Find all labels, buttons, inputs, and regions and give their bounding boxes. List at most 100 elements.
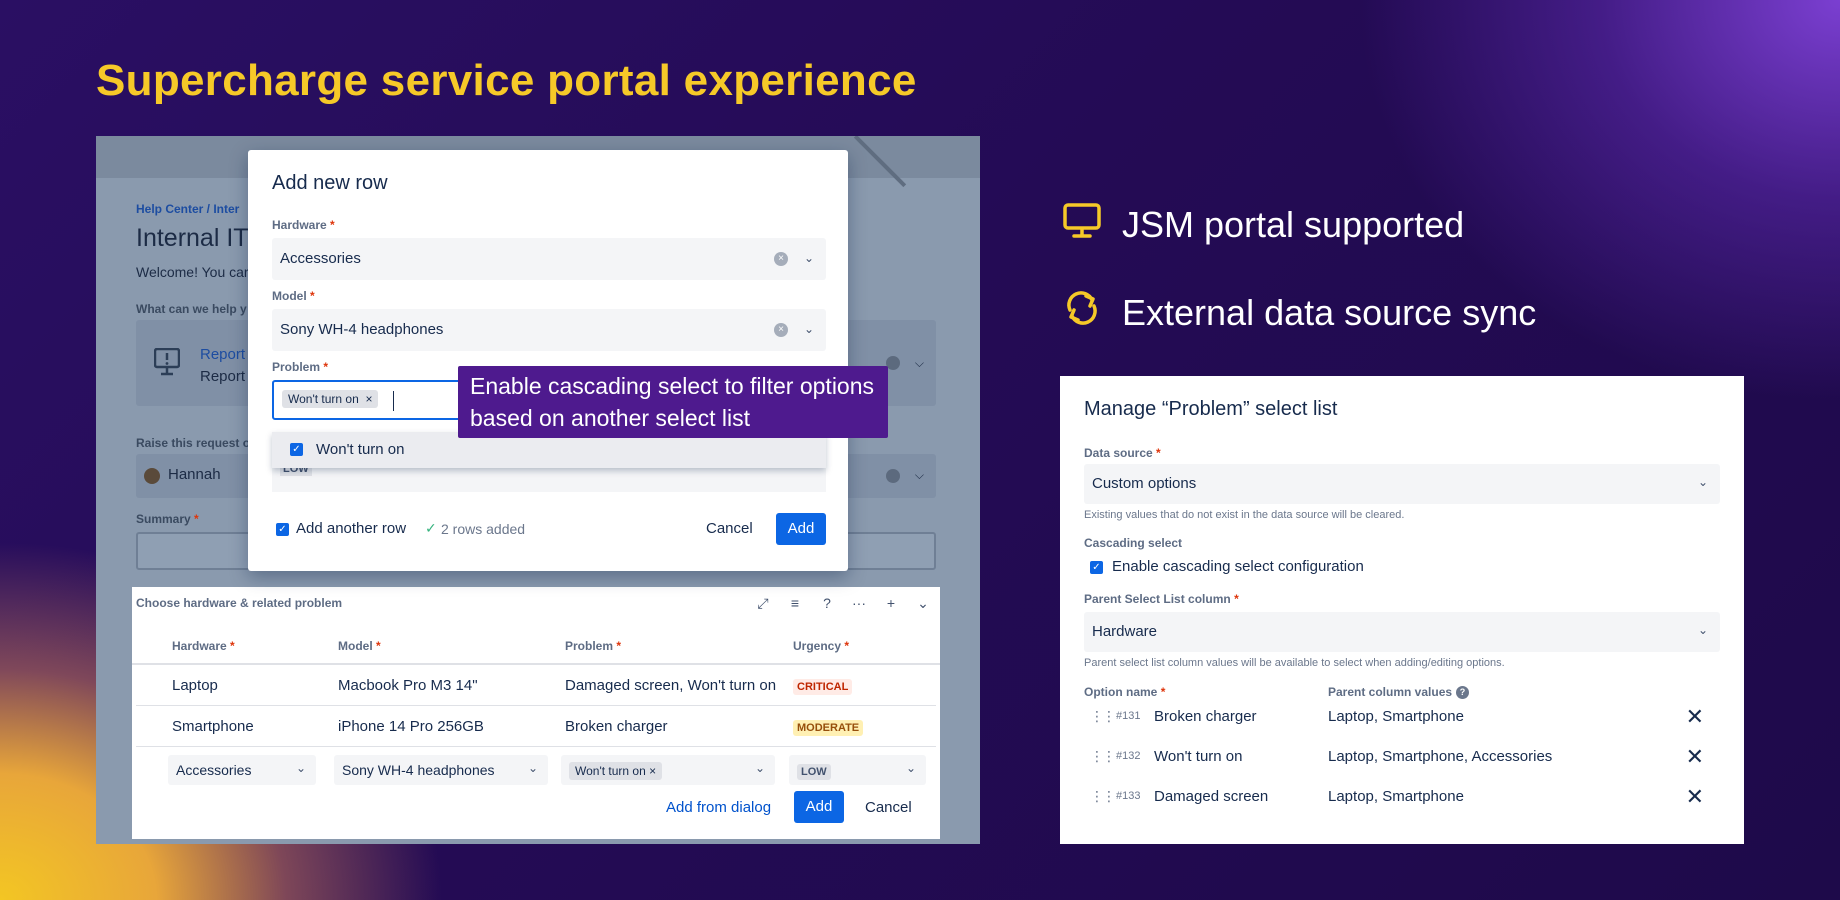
data-source-select[interactable]: Custom options ⌄: [1084, 464, 1720, 504]
tooltip-line-2: based on another select list: [470, 405, 751, 431]
clear-icon[interactable]: ×: [774, 323, 788, 337]
feature-sync-label: External data source sync: [1122, 291, 1537, 333]
chevron-down-icon: ⌄: [1697, 475, 1708, 489]
hardware-select[interactable]: Accessories ⌄: [168, 755, 316, 785]
option-name-header: Option name *: [1084, 685, 1166, 699]
col-problem: Problem *: [565, 639, 622, 653]
help-icon[interactable]: ?: [818, 594, 836, 612]
cascading-checkbox-label: Enable cascading select configuration: [1112, 558, 1364, 575]
close-icon[interactable]: ✕: [1686, 784, 1704, 810]
chevron-down-icon[interactable]: ⌄: [804, 251, 814, 265]
help-icon: ?: [1456, 686, 1470, 700]
cell-model: iPhone 14 Pro 256GB: [338, 718, 484, 735]
urgency-badge: LOW: [797, 764, 831, 780]
option-row[interactable]: ⋮⋮ #132 Won't turn on Laptop, Smartphone…: [1084, 740, 1720, 776]
data-source-help: Existing values that do not exist in the…: [1084, 509, 1405, 521]
clear-icon[interactable]: ×: [774, 252, 788, 266]
cell-model: Macbook Pro M3 14": [338, 677, 478, 694]
add-row-modal: Add new row Hardware * Accessories × ⌄ M…: [248, 150, 848, 571]
rows-added-status: 2 rows added: [441, 521, 526, 537]
add-icon[interactable]: +: [882, 594, 900, 612]
raise-value: Hannah: [168, 466, 221, 483]
table-row[interactable]: Smartphone iPhone 14 Pro 256GB Broken ch…: [136, 706, 936, 747]
table-cancel-button[interactable]: Cancel: [865, 799, 912, 816]
cascading-label: Cascading select: [1084, 536, 1183, 550]
chevron-down-icon[interactable]: ⌄: [914, 594, 932, 612]
model-label: Model *: [272, 289, 315, 303]
clear-icon[interactable]: [886, 469, 900, 483]
checkbox-checked-icon[interactable]: ✓: [290, 443, 303, 456]
drag-handle-icon[interactable]: ⋮⋮: [1090, 788, 1116, 805]
modal-add-button[interactable]: Add: [776, 513, 826, 545]
manage-title: Manage “Problem” select list: [1084, 398, 1338, 420]
parent-column-select[interactable]: Hardware ⌄: [1084, 612, 1720, 652]
monitor-icon: [1062, 200, 1102, 249]
request-type-desc: Report: [200, 368, 246, 385]
cascading-tooltip: Enable cascading select to filter option…: [458, 366, 888, 438]
modal-title: Add new row: [272, 172, 388, 194]
request-type-title: Report: [200, 346, 246, 363]
model-select[interactable]: Sony WH-4 headphones ⌄: [334, 755, 548, 785]
manage-select-card: Manage “Problem” select list Data source…: [1060, 376, 1744, 844]
breadcrumb[interactable]: Help Center / Inter: [136, 202, 239, 216]
problem-tag: Won't turn on ×: [569, 762, 663, 780]
urgency-select[interactable]: LOW ⌄: [789, 755, 926, 785]
option-row[interactable]: ⋮⋮ #131 Broken charger Laptop, Smartphon…: [1084, 700, 1720, 736]
urgency-field-behind: LOW: [272, 468, 826, 492]
sync-icon: [1062, 288, 1102, 337]
clear-icon[interactable]: [886, 356, 900, 370]
add-another-checkbox[interactable]: ✓: [276, 521, 289, 539]
cell-hardware: Smartphone: [172, 718, 254, 735]
parent-values-header: Parent column values?: [1328, 685, 1470, 700]
close-icon[interactable]: ✕: [1686, 704, 1704, 730]
urgency-badge: MODERATE: [793, 720, 864, 736]
welcome-text: Welcome! You car: [136, 264, 249, 280]
help-question: What can we help y: [136, 302, 247, 316]
more-icon[interactable]: ···: [850, 594, 868, 612]
data-source-label: Data source *: [1084, 446, 1161, 460]
headline: Supercharge service portal experience: [96, 56, 917, 105]
feature-portal-label: JSM portal supported: [1122, 203, 1465, 245]
monitor-alert-icon: [153, 347, 181, 376]
chevron-down-icon: ⌄: [295, 761, 306, 775]
drag-handle-icon[interactable]: ⋮⋮: [1090, 748, 1116, 765]
urgency-badge: CRITICAL: [793, 679, 853, 695]
table-add-button[interactable]: Add: [794, 791, 844, 823]
chevron-down-icon: ⌄: [754, 761, 765, 775]
chevron-down-icon[interactable]: ⌵: [915, 468, 924, 483]
table-header: Hardware * Model * Problem * Urgency *: [132, 627, 940, 665]
check-icon: ✓: [425, 520, 437, 536]
problem-label: Problem *: [272, 360, 329, 374]
chevron-down-icon: ⌄: [1697, 623, 1708, 637]
drag-handle-icon[interactable]: ⋮⋮: [1090, 708, 1116, 725]
problem-tag: Won't turn on ×: [282, 390, 379, 408]
raise-label: Raise this request o: [136, 436, 251, 450]
filter-icon[interactable]: ≡: [786, 594, 804, 612]
option-row[interactable]: ⋮⋮ #133 Damaged screen Laptop, Smartphon…: [1084, 780, 1720, 816]
table-caption: Choose hardware & related problem: [136, 596, 343, 610]
modal-footer: ✓ Add another row ✓ 2 rows added Cancel …: [272, 513, 826, 545]
add-from-dialog-link[interactable]: Add from dialog: [666, 799, 771, 816]
model-field[interactable]: Sony WH-4 headphones × ⌄: [272, 309, 826, 351]
problem-select[interactable]: Won't turn on × ⌄: [561, 755, 775, 785]
chevron-down-icon: ⌄: [905, 761, 916, 775]
avatar: [144, 468, 160, 484]
hardware-label: Hardware *: [272, 218, 335, 232]
chevron-down-icon[interactable]: ⌵: [915, 356, 924, 371]
table-row[interactable]: Laptop Macbook Pro M3 14" Damaged screen…: [136, 665, 936, 706]
expand-icon[interactable]: ⤢: [754, 594, 772, 612]
close-icon[interactable]: ✕: [1686, 744, 1704, 770]
hardware-field[interactable]: Accessories × ⌄: [272, 238, 826, 280]
summary-label: Summary *: [136, 512, 199, 526]
modal-cancel-button[interactable]: Cancel: [706, 520, 753, 537]
add-another-label: Add another row: [296, 520, 407, 537]
parent-column-help: Parent select list column values will be…: [1084, 657, 1505, 669]
table-footer: Add from dialog Add Cancel: [132, 791, 940, 839]
cascading-checkbox[interactable]: ✓: [1090, 559, 1103, 577]
col-model: Model *: [338, 639, 381, 653]
cell-problem: Damaged screen, Won't turn on: [565, 677, 777, 694]
portal-title: Internal IT: [136, 224, 249, 252]
table-widget: Choose hardware & related problem ⤢ ≡ ? …: [132, 587, 940, 839]
col-hardware: Hardware *: [172, 639, 235, 653]
chevron-down-icon[interactable]: ⌄: [804, 322, 814, 336]
